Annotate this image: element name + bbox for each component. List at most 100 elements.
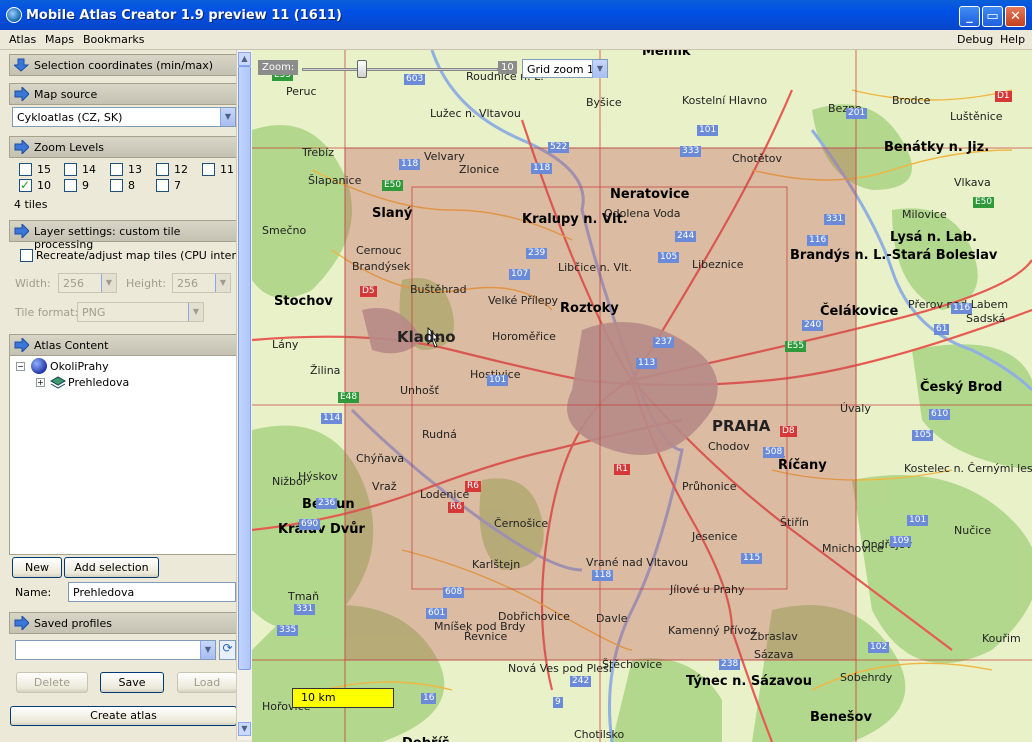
map-source-select[interactable]: Cykloatlas (CZ, SK) ▼ <box>12 107 236 127</box>
section-title: Zoom Levels <box>34 141 104 154</box>
saved-profiles-select[interactable]: ▼ <box>15 640 216 660</box>
zoom-slider-thumb[interactable] <box>357 60 367 78</box>
map-place-label: Třebíz <box>302 146 334 159</box>
road-number-label: 331 <box>294 604 316 615</box>
map-place-label: Chodov <box>708 440 750 453</box>
section-zoom-levels[interactable]: Zoom Levels <box>9 136 237 158</box>
height-select[interactable]: 256 ▼ <box>172 273 231 293</box>
section-atlas-content[interactable]: Atlas Content <box>9 334 237 356</box>
zoom-checkbox-12[interactable] <box>156 163 169 176</box>
section-layer-settings[interactable]: Layer settings: custom tile processing <box>9 220 237 251</box>
create-atlas-button[interactable]: Create atlas <box>10 706 237 726</box>
road-number-label: 331 <box>824 214 846 225</box>
name-input[interactable]: Prehledova <box>68 582 236 602</box>
left-panel-scrollbar[interactable]: ▲ ▼ <box>236 50 252 740</box>
zoom-checkbox-7[interactable] <box>156 179 169 192</box>
road-number-label: 236 <box>316 498 338 509</box>
save-button[interactable]: Save <box>100 672 164 693</box>
width-select[interactable]: 256 ▼ <box>58 273 117 293</box>
recreate-tiles-label: Recreate/adjust map tiles (CPU intensive… <box>36 249 265 262</box>
grid-zoom-value: Grid zoom 10 <box>527 63 602 76</box>
refresh-icon[interactable]: ⟳ <box>219 640 236 660</box>
map-place-label: Neratovice <box>610 187 690 202</box>
zoom-checkbox-9[interactable] <box>64 179 77 192</box>
road-number-label: 102 <box>868 642 890 653</box>
road-number-label: E50 <box>382 180 404 191</box>
menu-atlas[interactable]: Atlas <box>9 33 36 46</box>
zoom-checkbox-15[interactable] <box>19 163 32 176</box>
map-place-label: Sázava <box>754 648 794 661</box>
add-selection-button[interactable]: Add selection <box>64 557 159 578</box>
map-place-label: Nová Ves pod Pleší <box>508 662 612 675</box>
scroll-down-icon[interactable]: ▼ <box>238 722 251 736</box>
zoom-control[interactable]: Zoom: 10 <box>258 60 517 78</box>
road-number-label: 118 <box>531 163 553 174</box>
section-selection-coordinates[interactable]: Selection coordinates (min/max) <box>9 54 237 76</box>
scroll-up-icon[interactable]: ▲ <box>238 52 251 66</box>
expand-node-icon[interactable]: + <box>36 378 45 387</box>
map-place-label: Libeznice <box>692 258 744 271</box>
menu-debug[interactable]: Debug <box>957 33 993 46</box>
zoom-checkbox-8[interactable] <box>110 179 123 192</box>
close-button[interactable]: ✕ <box>1005 6 1026 27</box>
map-place-label: Kouřim <box>982 632 1021 645</box>
road-number-label: 107 <box>509 269 531 280</box>
road-number-label: E50 <box>973 197 995 208</box>
collapse-arrow-icon <box>14 87 29 101</box>
map-place-label: PRAHA <box>712 417 771 435</box>
tile-format-select[interactable]: PNG ▼ <box>77 302 204 322</box>
menu-maps[interactable]: Maps <box>45 33 74 46</box>
collapse-arrow-icon <box>14 338 29 352</box>
section-map-source[interactable]: Map source <box>9 83 237 105</box>
tree-root-label[interactable]: OkoliPrahy <box>50 360 109 373</box>
map-place-label: Mělník <box>642 50 691 59</box>
title-bar[interactable]: Mobile Atlas Creator 1.9 preview 11 (161… <box>0 0 1032 30</box>
map-place-label: Lodenice <box>420 488 470 501</box>
map-place-label: Velvary <box>424 150 465 163</box>
map-place-label: Brandýsek <box>352 260 411 273</box>
road-number-label: D8 <box>780 426 797 437</box>
section-saved-profiles[interactable]: Saved profiles <box>9 612 237 634</box>
zoom-checkbox-14[interactable] <box>64 163 77 176</box>
height-value: 256 <box>177 277 198 290</box>
chevron-down-icon[interactable]: ▼ <box>220 108 235 126</box>
map-place-label: Průhonice <box>682 480 737 493</box>
maximize-button[interactable]: ▭ <box>982 6 1003 27</box>
map-place-label: Davle <box>596 612 628 625</box>
new-button[interactable]: New <box>12 557 62 578</box>
road-number-label: E55 <box>785 341 807 352</box>
tree-child-label[interactable]: Prehledova <box>68 376 129 389</box>
grid-zoom-select[interactable]: Grid zoom 10 ▼ <box>522 59 608 78</box>
map-place-label: Čelákovice <box>820 304 899 319</box>
map-place-label: Zlonice <box>459 163 500 176</box>
zoom-checkbox-11[interactable] <box>202 163 215 176</box>
globe-icon <box>6 7 22 23</box>
map-view[interactable]: Mělník Peruc Roudnice n. L. Kralupy n. Vlt.… <box>252 50 1032 742</box>
map-place-label: Lysá n. Lab. <box>890 230 977 245</box>
menu-help[interactable]: Help <box>1000 33 1025 46</box>
map-place-label: Peruc <box>286 85 317 98</box>
recreate-tiles-checkbox[interactable] <box>20 249 33 262</box>
menu-bookmarks[interactable]: Bookmarks <box>83 33 144 46</box>
chevron-down-icon: ▼ <box>101 274 116 292</box>
load-button[interactable]: Load <box>177 672 237 693</box>
atlas-tree[interactable]: − OkoliPrahy + Prehledova <box>9 355 237 555</box>
collapse-node-icon[interactable]: − <box>16 362 25 371</box>
window-title: Mobile Atlas Creator 1.9 preview 11 (161… <box>26 8 342 23</box>
scroll-thumb[interactable] <box>238 66 251 670</box>
road-number-label: R6 <box>448 502 464 513</box>
zoom-checkbox-13[interactable] <box>110 163 123 176</box>
minimize-button[interactable]: _ <box>959 6 980 27</box>
zoom-label-11: 11 <box>220 163 234 176</box>
zoom-checkbox-10[interactable]: ✓ <box>19 179 32 192</box>
menu-bar: Atlas Maps Bookmarks Debug Help <box>0 30 1032 50</box>
road-number-label: D5 <box>360 286 377 297</box>
chevron-down-icon[interactable]: ▼ <box>200 641 215 659</box>
road-number-label: 116 <box>807 235 829 246</box>
zoom-label-13: 13 <box>128 163 142 176</box>
chevron-down-icon[interactable]: ▼ <box>592 60 607 78</box>
road-number-label: 101 <box>907 515 929 526</box>
delete-button[interactable]: Delete <box>16 672 88 693</box>
width-label: Width: <box>15 277 51 290</box>
zoom-slider-track[interactable] <box>302 68 498 71</box>
